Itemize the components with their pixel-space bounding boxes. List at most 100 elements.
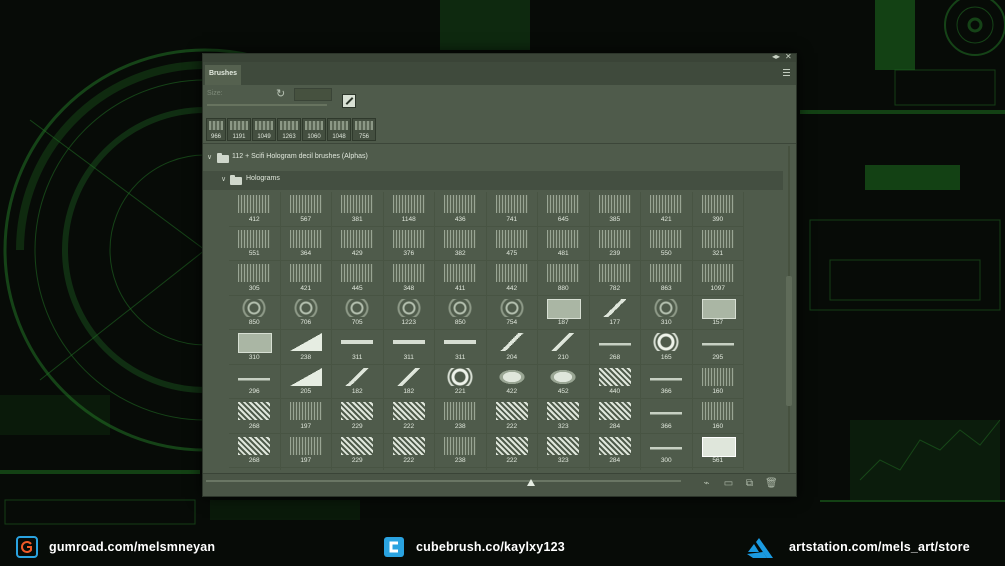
size-slider[interactable] [207, 104, 327, 106]
brush-cell[interactable]: 1097 [692, 261, 744, 296]
brush-cell[interactable]: 182 [383, 364, 435, 399]
brush-cell[interactable]: 311 [435, 330, 487, 365]
recent-brush[interactable]: 1263 [277, 118, 301, 141]
chevron-down-icon[interactable]: ∨ [207, 153, 212, 161]
brush-cell[interactable]: 238 [435, 399, 487, 434]
brush-cell[interactable]: 863 [641, 261, 693, 296]
brush-cell[interactable]: 645 [538, 192, 590, 227]
brush-cell[interactable]: 442 [486, 261, 538, 296]
brush-cell[interactable] [435, 468, 487, 470]
brush-cell[interactable]: 550 [641, 226, 693, 261]
brush-cell[interactable]: 210 [538, 330, 590, 365]
brush-cell[interactable]: 705 [332, 295, 384, 330]
brush-cell[interactable]: 323 [538, 433, 590, 468]
gumroad-link[interactable]: gumroad.com/melsmneyan [16, 534, 215, 560]
slider-thumb[interactable] [527, 479, 535, 486]
brush-cell[interactable]: 421 [641, 192, 693, 227]
brush-cell[interactable]: 880 [538, 261, 590, 296]
brush-cell[interactable]: 310 [229, 330, 281, 365]
scrollbar-thumb[interactable] [786, 276, 792, 406]
brush-cell[interactable]: 706 [280, 295, 332, 330]
brush-cell[interactable]: 310 [641, 295, 693, 330]
brush-cell[interactable]: 321 [692, 226, 744, 261]
brush-cell[interactable]: 385 [589, 192, 641, 227]
brush-cell[interactable]: 160 [692, 364, 744, 399]
gumroad-url[interactable]: gumroad.com/melsmneyan [49, 540, 215, 554]
brush-cell[interactable]: 348 [383, 261, 435, 296]
brush-cell[interactable]: 364 [280, 226, 332, 261]
brush-cell[interactable] [487, 468, 538, 470]
brush-group-row[interactable]: ∨ 112 + Scifi Hologram decil brushes (Al… [203, 150, 783, 167]
close-panel-icon[interactable]: ✕ [785, 52, 792, 61]
artstation-link[interactable]: artstation.com/mels_art/store [745, 534, 970, 560]
brush-cell[interactable]: 238 [435, 433, 487, 468]
cubebrush-url[interactable]: cubebrush.co/kaylxy123 [416, 540, 565, 554]
brush-cell[interactable]: 177 [589, 295, 641, 330]
brush-cell[interactable]: 412 [229, 192, 281, 227]
toggle-preview-icon[interactable]: ⌁ [701, 478, 712, 489]
brush-cell[interactable]: 411 [435, 261, 487, 296]
brush-cell[interactable]: 754 [486, 295, 538, 330]
brush-cell[interactable]: 1223 [383, 295, 435, 330]
brush-cell[interactable] [281, 468, 332, 470]
brush-cell[interactable]: 268 [229, 433, 281, 468]
brush-cell[interactable]: 284 [589, 399, 641, 434]
artstation-url[interactable]: artstation.com/mels_art/store [789, 540, 970, 554]
recent-brush[interactable]: 1191 [227, 118, 251, 141]
brush-cell[interactable]: 390 [692, 192, 744, 227]
brush-cell[interactable]: 551 [229, 226, 281, 261]
brush-cell[interactable] [641, 468, 693, 470]
tab-brushes[interactable]: Brushes [205, 65, 241, 85]
reset-size-icon[interactable]: ↻ [276, 87, 285, 100]
brush-cell[interactable]: 222 [486, 433, 538, 468]
brush-cell[interactable]: 366 [641, 399, 693, 434]
brush-cell[interactable]: 157 [692, 295, 744, 330]
brush-cell[interactable]: 421 [280, 261, 332, 296]
brush-cell[interactable]: 429 [332, 226, 384, 261]
recent-brush[interactable]: 1049 [252, 118, 276, 141]
brush-cell[interactable]: 366 [641, 364, 693, 399]
size-input[interactable] [294, 88, 332, 101]
brush-cell[interactable]: 222 [383, 433, 435, 468]
brush-cell[interactable] [229, 468, 281, 470]
brush-cell[interactable]: 268 [229, 399, 281, 434]
brush-cell[interactable]: 741 [486, 192, 538, 227]
brush-cell[interactable]: 229 [332, 433, 384, 468]
recent-brush[interactable]: 1060 [302, 118, 326, 141]
brush-cell[interactable] [693, 468, 744, 470]
brush-cell[interactable]: 284 [589, 433, 641, 468]
brush-cell[interactable]: 440 [589, 364, 641, 399]
brush-settings-icon[interactable] [342, 94, 356, 108]
brush-cell[interactable]: 311 [332, 330, 384, 365]
brush-cell[interactable]: 850 [229, 295, 281, 330]
brush-cell[interactable]: 239 [589, 226, 641, 261]
brush-cell[interactable] [590, 468, 641, 470]
brush-cell[interactable]: 1148 [383, 192, 435, 227]
scrollbar[interactable] [786, 146, 792, 472]
brush-cell[interactable]: 850 [435, 295, 487, 330]
brush-cell[interactable]: 422 [486, 364, 538, 399]
brush-cell[interactable]: 296 [229, 364, 281, 399]
panel-menu-icon[interactable] [783, 69, 790, 78]
brush-cell[interactable]: 165 [641, 330, 693, 365]
new-brush-icon[interactable]: ⧉ [744, 478, 755, 489]
recent-brush[interactable]: 756 [352, 118, 376, 141]
brush-cell[interactable]: 222 [486, 399, 538, 434]
brush-cell[interactable]: 268 [589, 330, 641, 365]
recent-brush[interactable]: 966 [206, 118, 226, 141]
brush-cell[interactable]: 229 [332, 399, 384, 434]
brush-cell[interactable]: 197 [280, 433, 332, 468]
brush-cell[interactable]: 481 [538, 226, 590, 261]
brush-cell[interactable]: 300 [641, 433, 693, 468]
brush-cell[interactable] [332, 468, 384, 470]
brush-cell[interactable]: 311 [383, 330, 435, 365]
brush-cell[interactable]: 323 [538, 399, 590, 434]
brush-subgroup-row[interactable]: ∨ Holograms [203, 171, 783, 190]
chevron-down-icon[interactable]: ∨ [221, 175, 226, 183]
brush-cell[interactable]: 452 [538, 364, 590, 399]
brush-cell[interactable]: 782 [589, 261, 641, 296]
brush-cell[interactable]: 238 [280, 330, 332, 365]
brush-cell[interactable]: 221 [435, 364, 487, 399]
collapse-icon[interactable]: ◂▸ [772, 52, 780, 61]
brush-cell[interactable]: 382 [435, 226, 487, 261]
